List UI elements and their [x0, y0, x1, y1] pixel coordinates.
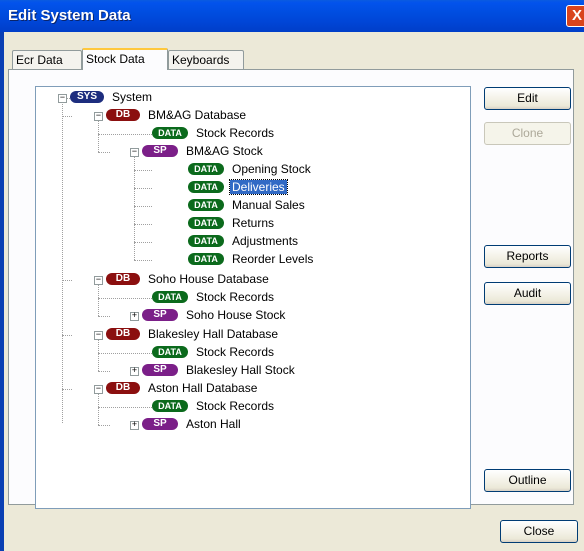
data-tag-icon: DATA	[188, 252, 224, 265]
sp-tag-icon: SP	[142, 417, 178, 430]
tree-connector	[62, 280, 72, 281]
tree-node-label: Soho House Database	[148, 271, 269, 286]
collapse-icon[interactable]: −	[130, 148, 139, 157]
tree-node-label: Soho House Stock	[186, 307, 286, 322]
sp-tag-icon: SP	[142, 363, 178, 376]
edit-button[interactable]: Edit	[484, 87, 571, 110]
data-tag-icon: DATA	[188, 162, 224, 175]
data-tag-icon: DATA	[188, 180, 224, 193]
tree-connector	[134, 260, 152, 261]
tree-node-database[interactable]: DB Soho House Database	[106, 271, 271, 289]
tree-connector	[134, 206, 152, 207]
reports-button[interactable]: Reports	[484, 245, 571, 268]
tree-connector	[134, 224, 152, 225]
tree-connector	[134, 170, 152, 171]
tree-node-label: Blakesley Hall Stock	[186, 362, 295, 377]
data-tag-icon: DATA	[188, 216, 224, 229]
db-tag-icon: DB	[106, 272, 140, 285]
tree-node-label: Stock Records	[196, 398, 275, 413]
tree-node-data[interactable]: DATA Returns	[188, 215, 276, 233]
tree-node-data[interactable]: DATA Stock Records	[152, 289, 276, 307]
tree-connector	[98, 425, 110, 426]
tree-connector	[98, 407, 152, 408]
tree-connector	[98, 152, 110, 153]
tree-node-data[interactable]: DATA Adjustments	[188, 233, 300, 251]
tree-node-database[interactable]: DB BM&AG Database	[106, 107, 248, 125]
tree-node-data[interactable]: DATA Stock Records	[152, 344, 276, 362]
outline-button[interactable]: Outline	[484, 469, 571, 492]
tree-connector	[62, 98, 63, 423]
tree-node-label: Aston Hall	[186, 416, 241, 431]
tree-connector	[62, 335, 72, 336]
tree-node-system[interactable]: SYS System	[70, 89, 154, 107]
tree-node-label: Stock Records	[196, 125, 275, 140]
system-data-tree[interactable]: − − − − + − + − + SYS System DB BM&AG Data…	[35, 86, 471, 509]
sp-tag-icon: SP	[142, 308, 178, 321]
title-bar[interactable]: Edit System Data X	[0, 0, 584, 32]
data-tag-icon: DATA	[152, 126, 188, 139]
tree-connector	[62, 389, 72, 390]
tree-node-label: Blakesley Hall Database	[148, 326, 279, 341]
window-close-icon[interactable]: X	[566, 5, 584, 27]
db-tag-icon: DB	[106, 327, 140, 340]
tree-node-database[interactable]: DB Aston Hall Database	[106, 380, 259, 398]
tree-node-label: Manual Sales	[232, 197, 305, 212]
tree-connector	[134, 242, 152, 243]
tree-node-label: BM&AG Database	[148, 107, 247, 122]
window-title: Edit System Data	[8, 7, 131, 24]
tab-stock-data[interactable]: Stock Data	[82, 48, 168, 70]
tree-connector	[98, 134, 152, 135]
db-tag-icon: DB	[106, 108, 140, 121]
tree-node-stock-point[interactable]: SP Aston Hall	[142, 416, 243, 434]
expand-icon[interactable]: +	[130, 421, 139, 430]
data-tag-icon: DATA	[152, 345, 188, 358]
sys-tag-icon: SYS	[70, 90, 104, 103]
tree-connector	[98, 371, 110, 372]
tree-node-stock-point[interactable]: SP Blakesley Hall Stock	[142, 362, 297, 380]
tree-node-data[interactable]: DATA Stock Records	[152, 125, 276, 143]
tree-connector	[98, 353, 152, 354]
expand-icon[interactable]: +	[130, 312, 139, 321]
tree-connector	[134, 188, 152, 189]
tree-node-label: System	[112, 89, 153, 104]
collapse-icon[interactable]: −	[58, 94, 67, 103]
db-tag-icon: DB	[106, 381, 140, 394]
tree-node-data[interactable]: DATA Stock Records	[152, 398, 276, 416]
tree-node-label: Stock Records	[196, 289, 275, 304]
tree-node-data[interactable]: DATA Manual Sales	[188, 197, 307, 215]
tree-node-label: Reorder Levels	[232, 251, 314, 266]
tree-node-label: Adjustments	[232, 233, 299, 248]
data-tag-icon: DATA	[152, 290, 188, 303]
data-tag-icon: DATA	[188, 198, 224, 211]
collapse-icon[interactable]: −	[94, 276, 103, 285]
sp-tag-icon: SP	[142, 144, 178, 157]
tree-node-database[interactable]: DB Blakesley Hall Database	[106, 326, 280, 344]
tree-node-label: Stock Records	[196, 344, 275, 359]
tree-node-stock-point[interactable]: SP BM&AG Stock	[142, 143, 265, 161]
clone-button[interactable]: Clone	[484, 122, 571, 145]
tree-node-data[interactable]: DATA Opening Stock	[188, 161, 313, 179]
tree-node-label: Aston Hall Database	[148, 380, 258, 395]
expand-icon[interactable]: +	[130, 367, 139, 376]
tree-node-label: BM&AG Stock	[186, 143, 263, 158]
tab-ecr-data[interactable]: Ecr Data	[12, 50, 82, 69]
tree-connector	[62, 116, 72, 117]
collapse-icon[interactable]: −	[94, 385, 103, 394]
tree-connector	[98, 316, 110, 317]
tree-connector	[98, 298, 152, 299]
tree-node-data-selected[interactable]: DATA Deliveries	[188, 178, 288, 197]
tree-node-label: Opening Stock	[232, 161, 311, 176]
collapse-icon[interactable]: −	[94, 112, 103, 121]
data-tag-icon: DATA	[152, 399, 188, 412]
audit-button[interactable]: Audit	[484, 282, 571, 305]
tree-node-label: Returns	[232, 215, 275, 230]
data-tag-icon: DATA	[188, 234, 224, 247]
tree-node-data[interactable]: DATA Reorder Levels	[188, 251, 315, 269]
tree-node-stock-point[interactable]: SP Soho House Stock	[142, 307, 287, 325]
collapse-icon[interactable]: −	[94, 331, 103, 340]
close-button[interactable]: Close	[500, 520, 578, 543]
tree-node-label: Deliveries	[229, 178, 288, 195]
tab-keyboards[interactable]: Keyboards	[168, 50, 244, 69]
